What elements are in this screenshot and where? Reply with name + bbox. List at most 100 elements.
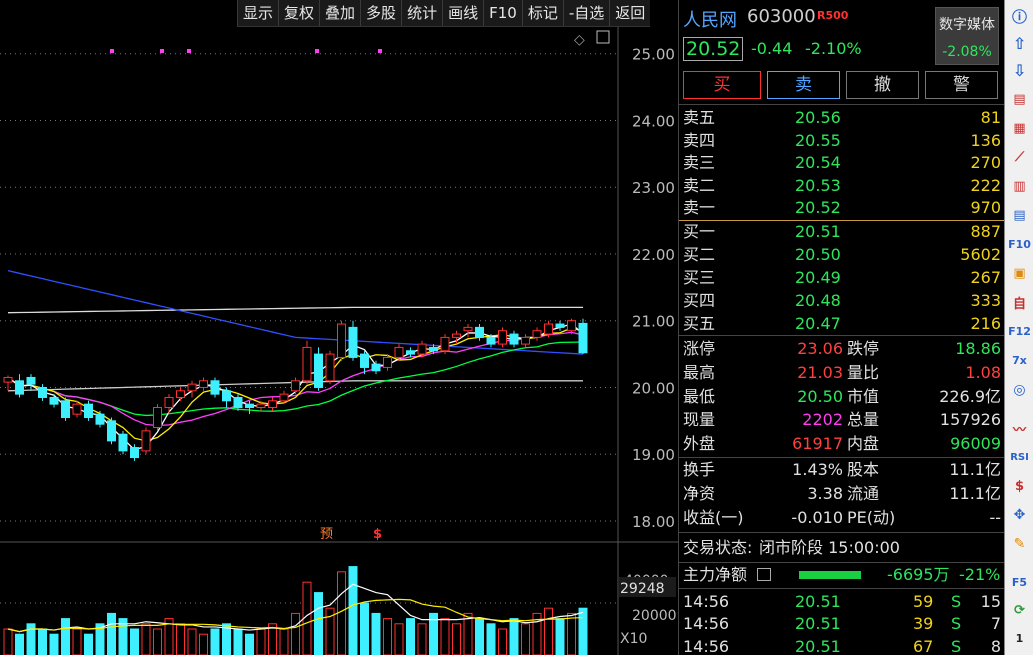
- page-one-icon[interactable]: 1: [1009, 628, 1030, 649]
- price-axis-label: 19.00: [632, 446, 675, 464]
- stats-row: 外盘 61917 内盘 96009: [679, 432, 1005, 455]
- volume-bar: [210, 628, 220, 655]
- last-price: 20.52: [683, 37, 744, 61]
- rsi-icon[interactable]: RSI: [1009, 447, 1030, 468]
- toolbar-multi-stock-button[interactable]: 多股: [360, 0, 401, 26]
- stock-name[interactable]: 人民网: [683, 6, 737, 32]
- toolbar-stats-button[interactable]: 统计: [401, 0, 442, 26]
- ask-label: 卖一: [683, 198, 716, 218]
- bid-volume: 267: [970, 268, 1001, 287]
- f5-icon[interactable]: F5: [1009, 572, 1030, 593]
- stat-label: 市值: [847, 386, 880, 406]
- volume-bar: [291, 612, 300, 655]
- price-axis-label: 24.00: [632, 112, 675, 130]
- tick-price: 20.51: [795, 636, 841, 655]
- volume-chart[interactable]: 400002924820000X10: [0, 541, 678, 655]
- brief-icon[interactable]: ▣: [1009, 263, 1030, 284]
- calc-icon[interactable]: 7x: [1009, 350, 1030, 371]
- volume-current: 29248: [620, 581, 665, 597]
- app-root: 显示 复权 叠加 多股 统计 画线 F10 标记 -自选 返回 25.00 24.…: [0, 0, 1033, 655]
- event-dot: [187, 49, 191, 53]
- f12-icon[interactable]: F12: [1008, 321, 1031, 342]
- notes-icon[interactable]: ▤: [1009, 205, 1030, 226]
- kline-chart-area[interactable]: 25.00 24.00 23.00 22.00 21.00 20.00 19.00 18.00…: [0, 27, 678, 655]
- volume-bar: [406, 618, 415, 655]
- candle-body: [567, 320, 576, 332]
- bid-row: 买二 20.50 5602: [679, 243, 1005, 266]
- list-icon[interactable]: [757, 568, 771, 581]
- candle-body: [268, 400, 277, 408]
- toolbar-display-button[interactable]: 显示: [237, 0, 278, 26]
- candle-icon[interactable]: ▥: [1009, 176, 1030, 197]
- price-change-pct: -2.10%: [805, 39, 862, 58]
- price-chart[interactable]: 25.00 24.00 23.00 22.00 21.00 20.00 19.00 18.00…: [0, 27, 678, 541]
- report-icon[interactable]: ▤: [1009, 89, 1030, 110]
- toolbar-remove-watchlist-button[interactable]: -自选: [562, 0, 609, 26]
- volume-bar: [555, 618, 565, 655]
- candle-body: [440, 336, 450, 352]
- refresh-icon[interactable]: ⟳: [1009, 600, 1030, 621]
- toolbar-draw-button[interactable]: 画线: [442, 0, 483, 26]
- grid-icon[interactable]: ▦: [1009, 118, 1030, 139]
- stats-row: 现量 2202 总量 157926: [679, 408, 1005, 431]
- arrow-up-icon[interactable]: ⇧: [1009, 33, 1030, 54]
- fund-row: 净资 3.38 流通 11.1亿: [679, 482, 1005, 505]
- pencil-icon[interactable]: ✎: [1009, 533, 1030, 554]
- ask-row: 卖四 20.55 136: [679, 129, 1005, 152]
- volume-bar: [498, 628, 507, 655]
- info-icon[interactable]: ⓘ: [1009, 6, 1030, 27]
- candle-body: [187, 383, 197, 392]
- cancel-order-button[interactable]: 撤: [846, 71, 919, 99]
- sector-box[interactable]: 数字媒体 -2.08%: [935, 7, 999, 65]
- event-dot: [378, 49, 382, 53]
- ask-row: 卖五 20.56 81: [679, 106, 1005, 129]
- main-flow-row[interactable]: 主力净额 -6695万 -21%: [679, 563, 1005, 586]
- stat-label: 跌停: [847, 339, 880, 358]
- toolbar-back-button[interactable]: 返回: [609, 0, 650, 26]
- bid-label: 买五: [683, 314, 716, 333]
- dollar-icon[interactable]: $: [1009, 476, 1030, 497]
- toolbar-f10-button[interactable]: F10: [483, 0, 522, 26]
- toolbar-overlay-button[interactable]: 叠加: [319, 0, 360, 26]
- buy-button[interactable]: 买: [683, 71, 761, 99]
- trade-status-value: 闭市阶段 15:00:00: [759, 538, 900, 557]
- sell-button[interactable]: 卖: [767, 71, 840, 99]
- line-chart-icon[interactable]: ⟋: [1009, 147, 1030, 168]
- tick-time: 14:56: [683, 636, 730, 655]
- toolbar-mark-button[interactable]: 标记: [521, 0, 563, 26]
- bid-volume: 5602: [960, 245, 1001, 264]
- self-icon[interactable]: 自: [1009, 292, 1030, 313]
- stat-label: 内盘: [847, 434, 880, 454]
- candle-body: [555, 323, 565, 328]
- volume-bar: [72, 628, 82, 655]
- bid-price: 20.48: [795, 291, 841, 310]
- tick-time: 14:56: [683, 614, 730, 634]
- bid-row: 买五 20.47 216: [679, 312, 1005, 335]
- f10-icon[interactable]: F10: [1008, 234, 1031, 255]
- fund-label: 流通: [847, 484, 880, 503]
- wave-icon[interactable]: 〰: [1009, 418, 1030, 439]
- tick-price: 20.51: [795, 592, 841, 611]
- stats-row: 最低 20.50 市值 226.9亿: [679, 385, 1005, 408]
- volume-bar: [187, 628, 197, 655]
- stat-value: 157926: [939, 410, 1001, 430]
- arrow-down-icon[interactable]: ⇩: [1009, 60, 1030, 81]
- toolbar-adjust-button[interactable]: 复权: [278, 0, 319, 26]
- candle-body: [314, 353, 323, 388]
- candle-body: [95, 413, 105, 425]
- diamond-icon[interactable]: ◇: [574, 32, 585, 48]
- tick-count: 15: [980, 592, 1001, 611]
- stat-value: 21.03: [797, 362, 843, 382]
- volume-bar: [417, 623, 427, 655]
- price-axis-label: 25.00: [632, 46, 675, 64]
- move-icon[interactable]: ✥: [1009, 504, 1030, 525]
- circle-icon[interactable]: ◎: [1009, 379, 1030, 400]
- tick-side: S: [951, 614, 962, 634]
- ask-price: 20.54: [795, 153, 841, 173]
- alert-button[interactable]: 警: [925, 71, 998, 99]
- bid-label: 买四: [683, 291, 716, 310]
- price-axis-label: 20.00: [632, 379, 675, 397]
- candle-body: [429, 346, 438, 352]
- ask-volume: 970: [970, 198, 1001, 218]
- volume-axis-mid: 20000: [632, 608, 677, 624]
